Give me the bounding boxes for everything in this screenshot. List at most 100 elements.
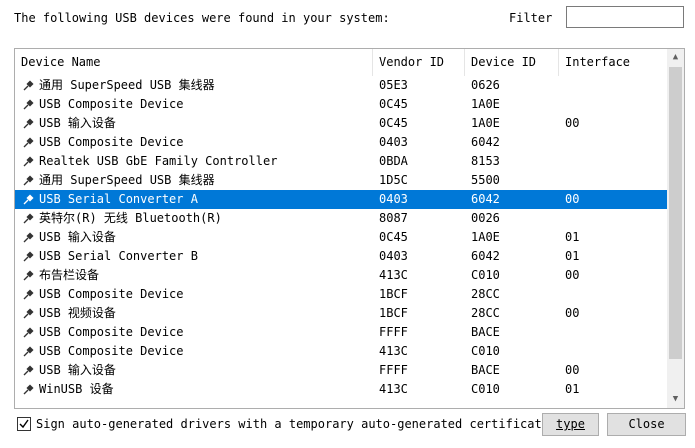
table-row[interactable]: USB Composite Device 1BCF 28CC	[15, 285, 667, 304]
device-name-cell: Realtek USB GbE Family Controller	[39, 154, 278, 168]
vendor-id-cell: 413C	[379, 382, 408, 396]
type-button-label: type	[556, 417, 585, 431]
device-name-cell: 通用 SuperSpeed USB 集线器	[39, 78, 215, 92]
device-id-cell: 8153	[471, 154, 500, 168]
usb-plug-icon	[23, 118, 34, 129]
device-id-cell: 28CC	[471, 306, 500, 320]
table-row[interactable]: WinUSB 设备 413C C010 01	[15, 380, 667, 399]
table-row[interactable]: USB 输入设备 FFFF BACE 00	[15, 361, 667, 380]
table-row[interactable]: USB Composite Device FFFF BACE	[15, 323, 667, 342]
usb-plug-icon	[23, 289, 34, 300]
close-button[interactable]: Close	[607, 413, 686, 436]
device-id-cell: C010	[471, 382, 500, 396]
usb-plug-icon	[23, 213, 34, 224]
usb-plug-icon	[23, 175, 34, 186]
device-name-cell: USB Composite Device	[39, 287, 184, 301]
scrollbar-thumb[interactable]	[669, 67, 682, 359]
device-name-cell: USB Composite Device	[39, 135, 184, 149]
vendor-id-cell: 8087	[379, 211, 408, 225]
vendor-id-cell: 0BDA	[379, 154, 408, 168]
vendor-id-cell: 1BCF	[379, 287, 408, 301]
sign-drivers-label: Sign auto-generated drivers with a tempo…	[36, 417, 549, 431]
device-id-cell: 6042	[471, 249, 500, 263]
scroll-up-icon[interactable]: ▲	[667, 49, 684, 66]
interface-cell	[559, 133, 667, 152]
device-id-cell: 6042	[471, 135, 500, 149]
device-name-cell: USB Composite Device	[39, 325, 184, 339]
table-row[interactable]: USB Composite Device 0C45 1A0E	[15, 95, 667, 114]
table-row[interactable]: USB Serial Converter A 0403 6042 00	[15, 190, 667, 209]
interface-cell	[559, 152, 667, 171]
interface-cell	[559, 285, 667, 304]
scroll-down-icon[interactable]: ▼	[667, 391, 684, 408]
device-id-cell: 0626	[471, 78, 500, 92]
checkmark-icon	[19, 419, 29, 429]
interface-cell	[559, 342, 667, 361]
column-device-name[interactable]: Device Name	[15, 49, 373, 76]
usb-plug-icon	[23, 327, 34, 338]
column-device-id[interactable]: Device ID	[465, 49, 559, 76]
vendor-id-cell: 413C	[379, 268, 408, 282]
vendor-id-cell: FFFF	[379, 363, 408, 377]
device-id-cell: C010	[471, 344, 500, 358]
device-name-cell: USB Serial Converter B	[39, 249, 198, 263]
device-name-cell: 布告栏设备	[39, 268, 100, 282]
column-vendor-id[interactable]: Vendor ID	[373, 49, 465, 76]
vertical-scrollbar[interactable]: ▲ ▼	[667, 49, 684, 408]
table-row[interactable]: 通用 SuperSpeed USB 集线器 05E3 0626	[15, 76, 667, 95]
usb-plug-icon	[23, 365, 34, 376]
device-name-cell: USB 输入设备	[39, 230, 116, 244]
vendor-id-cell: 0403	[379, 192, 408, 206]
table-row[interactable]: 英特尔(R) 无线 Bluetooth(R) 8087 0026	[15, 209, 667, 228]
interface-cell	[559, 171, 667, 190]
table-row[interactable]: USB 输入设备 0C45 1A0E 01	[15, 228, 667, 247]
vendor-id-cell: 0C45	[379, 97, 408, 111]
device-id-cell: BACE	[471, 363, 500, 377]
usb-plug-icon	[23, 194, 34, 205]
column-interface[interactable]: Interface	[559, 49, 667, 76]
vendor-id-cell: 413C	[379, 344, 408, 358]
table-row[interactable]: USB Composite Device 0403 6042	[15, 133, 667, 152]
table-row[interactable]: Realtek USB GbE Family Controller 0BDA 815…	[15, 152, 667, 171]
vendor-id-cell: 05E3	[379, 78, 408, 92]
device-name-cell: USB Composite Device	[39, 97, 184, 111]
usb-plug-icon	[23, 80, 34, 91]
device-name-cell: USB Composite Device	[39, 344, 184, 358]
interface-cell	[559, 209, 667, 228]
vendor-id-cell: 0C45	[379, 116, 408, 130]
sign-drivers-checkbox[interactable]	[17, 417, 31, 431]
interface-cell: 01	[565, 230, 580, 244]
type-button[interactable]: type	[542, 413, 599, 436]
interface-cell	[559, 95, 667, 114]
usb-plug-icon	[23, 156, 34, 167]
interface-cell: 00	[565, 306, 580, 320]
table-row[interactable]: USB 视频设备 1BCF 28CC 00	[15, 304, 667, 323]
device-id-cell: 5500	[471, 173, 500, 187]
device-name-cell: USB 输入设备	[39, 363, 116, 377]
filter-input[interactable]	[566, 6, 684, 28]
device-list[interactable]: Device Name Vendor ID Device ID Interfac…	[14, 48, 685, 409]
table-row[interactable]: 布告栏设备 413C C010 00	[15, 266, 667, 285]
device-id-cell: 1A0E	[471, 116, 500, 130]
usb-plug-icon	[23, 384, 34, 395]
filter-label: Filter	[509, 11, 553, 25]
device-name-cell: USB 输入设备	[39, 116, 116, 130]
device-name-cell: 通用 SuperSpeed USB 集线器	[39, 173, 215, 187]
table-row[interactable]: USB Serial Converter B 0403 6042 01	[15, 247, 667, 266]
vendor-id-cell: 1BCF	[379, 306, 408, 320]
header-text: The following USB devices were found in …	[14, 11, 390, 25]
device-id-cell: BACE	[471, 325, 500, 339]
vendor-id-cell: 0C45	[379, 230, 408, 244]
vendor-id-cell: 0403	[379, 249, 408, 263]
device-name-cell: USB Serial Converter A	[39, 192, 198, 206]
device-id-cell: 6042	[471, 192, 500, 206]
interface-cell: 00	[565, 116, 580, 130]
table-header: Device Name Vendor ID Device ID Interfac…	[15, 49, 667, 76]
device-id-cell: 1A0E	[471, 97, 500, 111]
table-row[interactable]: USB 输入设备 0C45 1A0E 00	[15, 114, 667, 133]
usb-plug-icon	[23, 99, 34, 110]
table-row[interactable]: 通用 SuperSpeed USB 集线器 1D5C 5500	[15, 171, 667, 190]
usb-plug-icon	[23, 270, 34, 281]
table-row[interactable]: USB Composite Device 413C C010	[15, 342, 667, 361]
usb-plug-icon	[23, 137, 34, 148]
